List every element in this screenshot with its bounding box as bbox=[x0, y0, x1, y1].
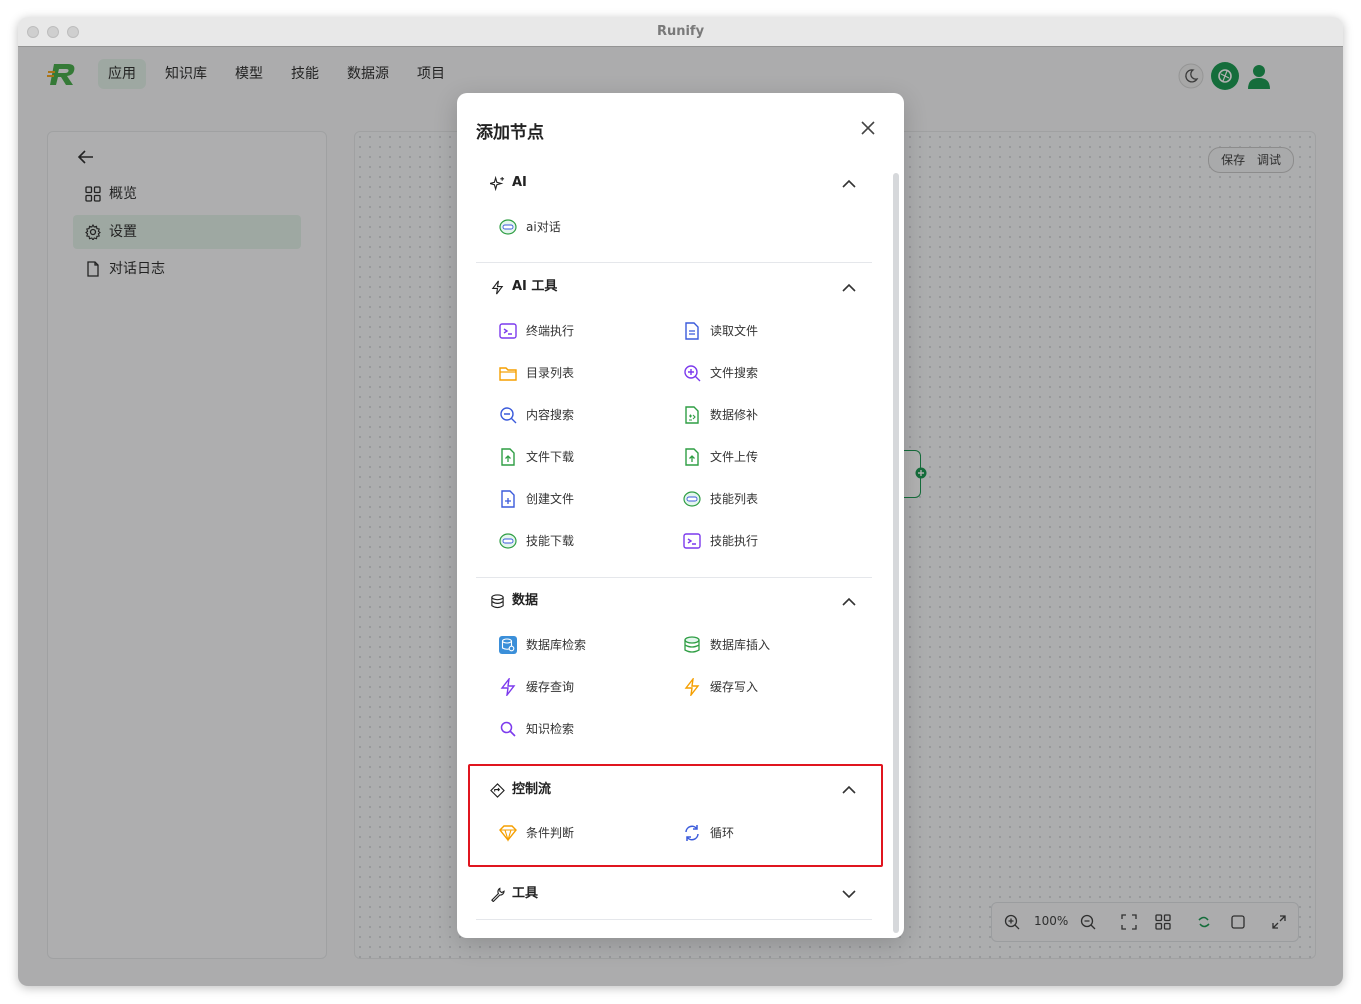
section-title: AI 工具 bbox=[512, 279, 558, 294]
node-item-label: 技能下载 bbox=[526, 534, 575, 548]
terminal-icon bbox=[683, 533, 701, 549]
file-download-icon bbox=[501, 448, 515, 466]
chat-bubble-icon bbox=[683, 491, 701, 507]
modal-title: 添加节点 bbox=[476, 123, 544, 143]
node-item-label: 文件下载 bbox=[526, 450, 575, 464]
node-item-label: 技能列表 bbox=[710, 492, 759, 506]
node-item-label: 知识检索 bbox=[526, 722, 575, 736]
section-divider bbox=[476, 577, 872, 578]
section-title: 数据 bbox=[512, 593, 539, 608]
node-item-label: 终端执行 bbox=[526, 324, 575, 338]
file-text-icon bbox=[685, 322, 699, 340]
chevron-up-icon[interactable] bbox=[841, 280, 857, 296]
node-item-label: 缓存写入 bbox=[710, 680, 759, 694]
node-item-label: 数据库插入 bbox=[710, 638, 771, 652]
node-item-label: 内容搜索 bbox=[526, 408, 575, 422]
section-divider bbox=[476, 262, 872, 263]
node-item-label: 缓存查询 bbox=[526, 680, 575, 694]
node-item-label: 目录列表 bbox=[526, 366, 575, 380]
node-item-label: 读取文件 bbox=[710, 324, 759, 338]
node-item-label: 数据修补 bbox=[710, 408, 759, 422]
lightning-purple-icon bbox=[500, 678, 516, 696]
lightning-orange-icon bbox=[684, 678, 700, 696]
chat-bubble-icon bbox=[499, 219, 517, 235]
close-icon[interactable] bbox=[860, 120, 876, 136]
file-diff-icon bbox=[685, 406, 699, 424]
chevron-up-icon[interactable] bbox=[841, 176, 857, 192]
database-insert-icon bbox=[684, 636, 700, 653]
node-item-label: 数据库检索 bbox=[526, 638, 587, 652]
file-upload-icon bbox=[685, 448, 699, 466]
highlight-box bbox=[468, 764, 883, 867]
search-plus-icon bbox=[684, 365, 701, 382]
section-title: AI bbox=[512, 175, 527, 190]
search-minus-icon bbox=[500, 407, 517, 424]
database-icon bbox=[491, 594, 504, 609]
sparkle-icon bbox=[490, 176, 505, 191]
folder-icon bbox=[499, 367, 517, 381]
database-search-icon bbox=[499, 636, 517, 654]
node-item-label: 文件搜索 bbox=[710, 366, 759, 380]
node-item-label: 技能执行 bbox=[710, 534, 759, 548]
modal-scrollbar[interactable] bbox=[893, 173, 899, 933]
node-item-label: ai对话 bbox=[526, 220, 561, 234]
terminal-icon bbox=[499, 323, 517, 339]
file-plus-icon bbox=[501, 490, 515, 508]
chevron-up-icon[interactable] bbox=[841, 594, 857, 610]
titlebar: Runify bbox=[18, 17, 1343, 47]
chat-bubble-icon bbox=[499, 533, 517, 549]
wrench-icon bbox=[491, 887, 505, 902]
lightning-icon bbox=[491, 280, 504, 295]
chevron-down-icon[interactable] bbox=[841, 886, 857, 902]
node-item-label: 创建文件 bbox=[526, 492, 575, 506]
window-title: Runify bbox=[656, 24, 705, 39]
node-item-label: 文件上传 bbox=[710, 450, 759, 464]
search-icon bbox=[500, 721, 516, 737]
section-title: 工具 bbox=[512, 886, 539, 901]
add-node-modal: 添加节点 AI ai对话 AI 工具 终端执行 读取文件 目录列表 文件搜索 内… bbox=[457, 93, 904, 938]
section-divider bbox=[476, 919, 872, 920]
